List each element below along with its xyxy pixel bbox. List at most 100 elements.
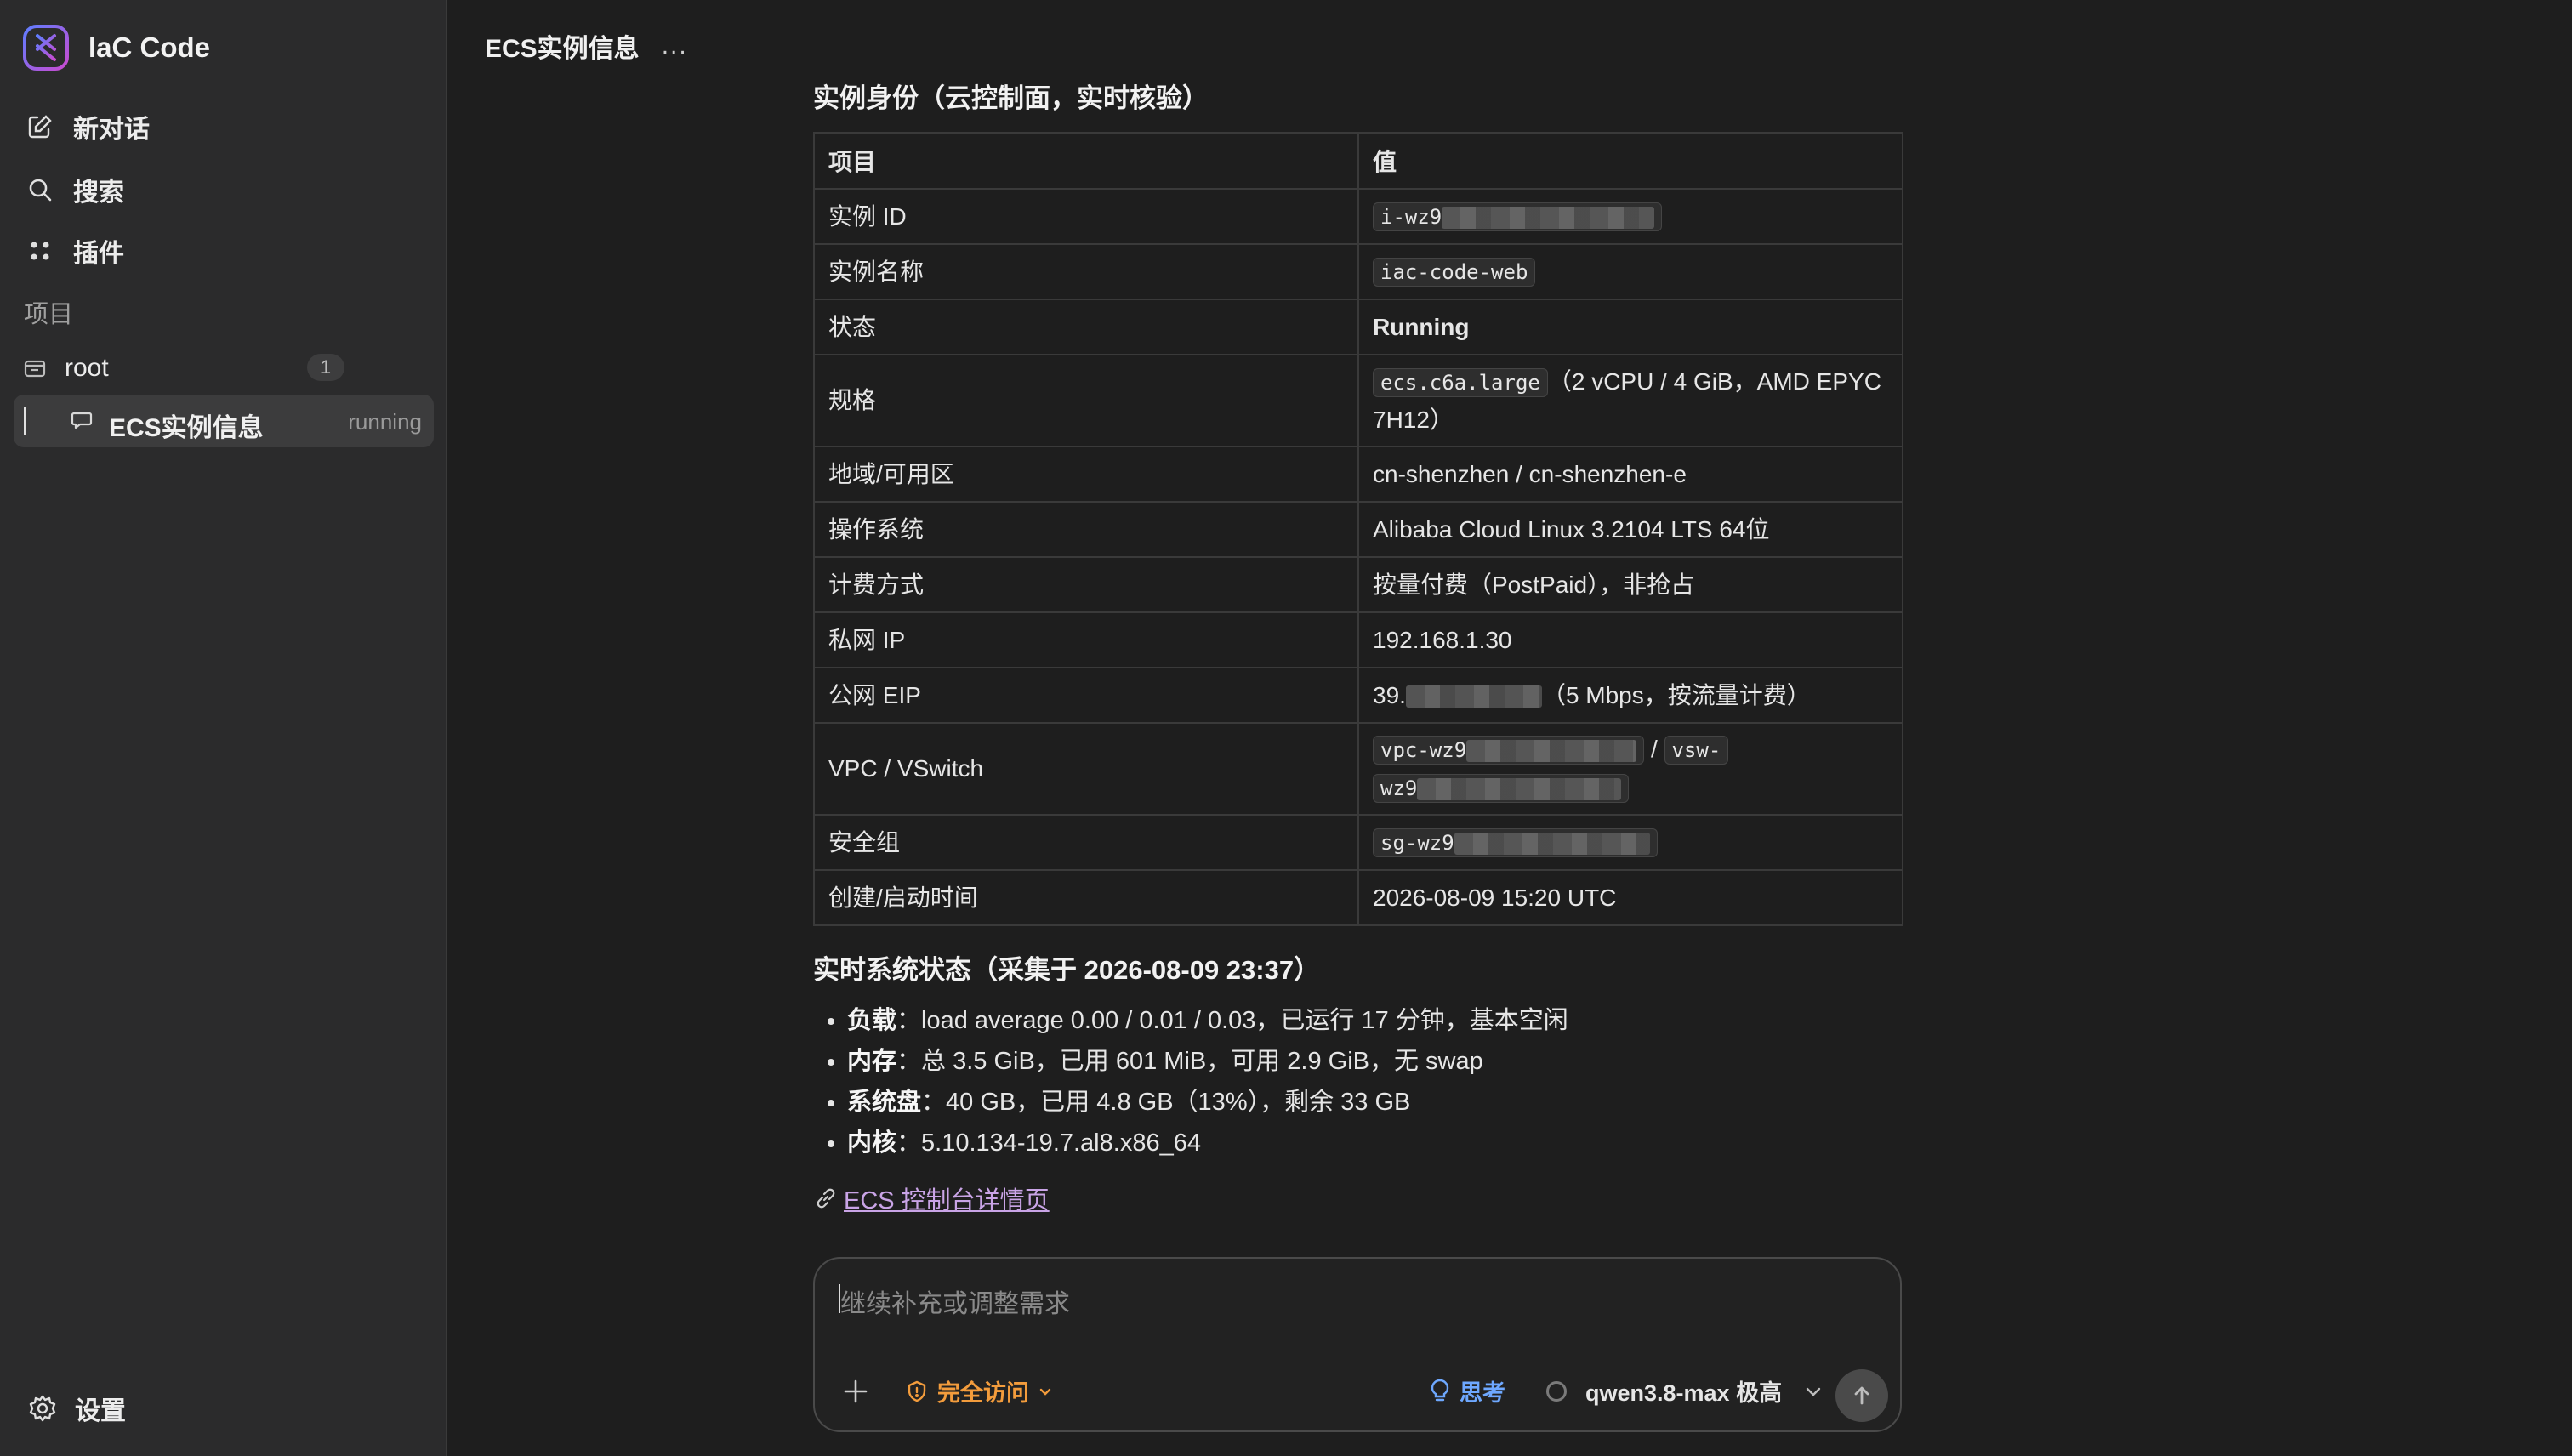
message-input[interactable] [839,1281,1863,1335]
search-icon [29,179,52,202]
ecs-console-link[interactable]: ECS 控制台详情页 [844,1180,1050,1216]
settings-button[interactable]: 设置 [27,1390,126,1427]
composer: 完全访问 思考 qwen3.8-max 极高 [813,1257,1902,1432]
instance-id-text: i-wz9 [1380,205,1442,229]
eip-suffix: （5 Mbps，按流量计费） [1541,681,1811,708]
redacted-text [1454,833,1650,855]
row-value: 按量付费（PostPaid），非抢占 [1357,556,1903,613]
stat-text: ：40 GB，已用 4.8 GB（13%），剩余 33 GB [921,1089,1411,1116]
link-icon [817,1188,835,1209]
table-row: 创建/启动时间 2026-08-09 15:20 UTC [813,869,1903,926]
row-label: 状态 [813,299,1359,355]
column-header: 值 [1357,132,1903,190]
instance-table: 项目 值 实例 ID i-wz9 实例名称 iac-code-web 状态 Ru… [813,132,1903,926]
table-row: 实例名称 iac-code-web [813,243,1903,300]
stat-key: 内存 [847,1048,897,1075]
shield-icon [908,1380,926,1402]
page-title: ECS实例信息 [485,35,640,63]
sidebar: IaC Code 新对话 搜索 插件 项目 root 1 ECS实例信息 run… [0,0,447,1456]
search-button[interactable]: 搜索 [26,168,124,211]
list-item: 负载：load average 0.00 / 0.01 / 0.03，已运行 1… [847,1000,1902,1041]
model-status-ring-icon [1546,1380,1567,1402]
redacted-text [1466,740,1637,762]
settings-label: 设置 [75,1397,126,1425]
row-label: 计费方式 [813,556,1359,613]
model-label: qwen3.8-max 极高 [1585,1380,1783,1406]
row-label: 公网 EIP [813,667,1359,724]
system-stats-list: 负载：load average 0.00 / 0.01 / 0.03，已运行 1… [813,1000,1902,1163]
think-label: 思考 [1460,1380,1505,1406]
instance-type-code: ecs.c6a.large [1373,367,1548,397]
message-content: 实例身份（云控制面，实时核验） 项目 值 实例 ID i-wz9 实例名称 ia… [813,77,1903,1216]
column-header: 项目 [813,132,1359,190]
session-status: running [348,409,422,435]
new-chat-label: 新对话 [73,116,150,144]
vswitch-id-text: vsw- [1671,738,1721,762]
row-value: 39. （5 Mbps，按流量计费） [1357,667,1903,724]
session-item-ecs[interactable]: ECS实例信息 running [14,395,434,447]
vswitch-id-code-cont: wz9 [1373,774,1630,803]
send-button[interactable] [1835,1369,1888,1422]
redacted-text [1442,207,1655,229]
vpc-separator: / [1650,736,1658,762]
plugins-button[interactable]: 插件 [26,230,124,272]
row-label: VPC / VSwitch [813,722,1359,816]
system-heading: 实时系统状态（采集于 2026-08-09 23:37） [813,955,1321,985]
table-header-row: 项目 值 [813,132,1903,190]
eip-prefix: 39. [1373,681,1406,708]
stat-text: ：load average 0.00 / 0.01 / 0.03，已运行 17 … [896,1007,1568,1034]
row-label: 私网 IP [813,611,1359,668]
top-bar: ECS实例信息 ... [485,27,688,65]
new-chat-icon [28,115,52,139]
plugins-icon [31,242,49,260]
vpc-id-code: vpc-wz9 [1373,736,1645,765]
table-row: VPC / VSwitch vpc-wz9 / vsw-wz9 [813,722,1903,816]
brand-name: IaC Code [88,31,211,63]
plugins-label: 插件 [73,240,124,268]
project-item-root[interactable]: root 1 [22,347,345,390]
instance-id-code: i-wz9 [1373,202,1663,231]
project-label: root [65,354,109,382]
row-value: 192.168.1.30 [1357,611,1903,668]
new-chat-button[interactable]: 新对话 [26,105,150,148]
row-value: cn-shenzhen / cn-shenzhen-e [1357,446,1903,503]
instance-name-code: iac-code-web [1373,258,1536,287]
row-value: Running [1357,299,1903,355]
more-options-button[interactable]: ... [662,31,688,60]
projects-section-label: 项目 [24,301,74,328]
security-group-text: sg-wz9 [1380,831,1454,855]
row-label: 实例 ID [813,188,1359,245]
stat-key: 负载 [847,1007,897,1034]
folder-icon [24,360,46,378]
vswitch-id-code: vsw- [1664,736,1729,765]
redacted-text [1405,685,1542,708]
chevron-down-icon [1039,1388,1051,1396]
security-group-code: sg-wz9 [1373,828,1658,857]
row-value: sg-wz9 [1357,814,1903,871]
vpc-id-text: vpc-wz9 [1380,738,1467,762]
session-label: ECS实例信息 [109,414,264,442]
instance-heading: 实例身份（云控制面，实时核验） [813,83,1209,113]
row-label: 安全组 [813,814,1359,871]
lightbulb-icon [1431,1379,1449,1401]
chat-bubble-icon [71,412,93,429]
think-toggle-button[interactable]: 思考 [1427,1374,1505,1408]
redacted-text [1417,778,1622,800]
access-mode-button[interactable]: 完全访问 [905,1374,1063,1408]
model-selector[interactable]: qwen3.8-max 极高 [1546,1374,1824,1408]
row-value: 2026-08-09 15:20 UTC [1357,869,1903,926]
row-label: 规格 [813,354,1359,447]
row-value: i-wz9 [1357,188,1903,245]
active-indicator [24,407,26,435]
console-link-row: ECS 控制台详情页 [813,1180,1902,1216]
row-label: 操作系统 [813,501,1359,558]
table-row: 状态 Running [813,299,1903,355]
row-value: ecs.c6a.large （2 vCPU / 4 GiB，AMD EPYC 7H… [1357,354,1903,447]
row-label: 创建/启动时间 [813,869,1359,926]
row-label: 地域/可用区 [813,446,1359,503]
add-attachment-button[interactable] [839,1374,873,1408]
list-item: 内存：总 3.5 GiB，已用 601 MiB，可用 2.9 GiB，无 swa… [847,1041,1902,1082]
stat-text: ：5.10.134-19.7.al8.x86_64 [896,1129,1201,1157]
project-count-badge: 1 [307,354,344,381]
row-value: Alibaba Cloud Linux 3.2104 LTS 64位 [1357,501,1903,558]
